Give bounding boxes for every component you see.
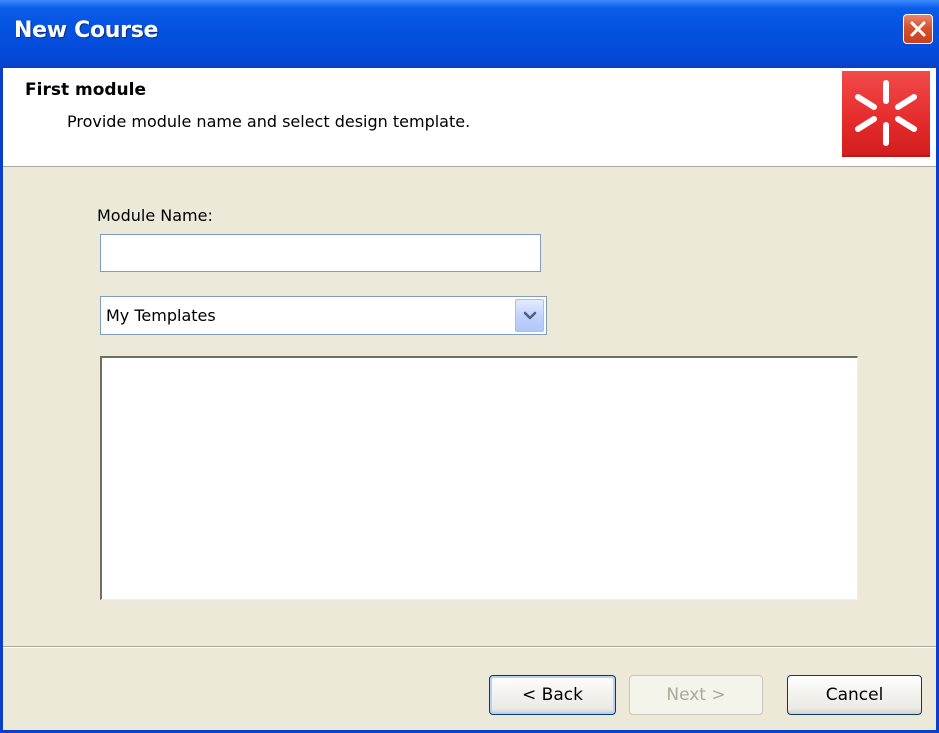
close-button[interactable] — [903, 14, 933, 44]
chevron-down-icon — [523, 311, 536, 319]
title-bar[interactable]: New Course — [0, 0, 939, 68]
window-title: New Course — [14, 18, 159, 43]
cancel-button[interactable]: Cancel — [787, 675, 922, 715]
module-name-label: Module Name: — [97, 206, 213, 225]
new-course-dialog: New Course First module Provide module n… — [0, 0, 939, 733]
page-subtitle: Provide module name and select design te… — [67, 112, 471, 131]
dropdown-arrow-button[interactable] — [515, 299, 544, 332]
page-title: First module — [25, 80, 147, 100]
footer-divider — [3, 646, 936, 648]
template-category-value: My Templates — [106, 306, 216, 325]
template-list[interactable] — [100, 356, 858, 600]
asterisk-logo-icon — [855, 80, 917, 146]
wizard-header: First module Provide module name and sel… — [3, 68, 936, 167]
wizard-logo — [842, 71, 930, 157]
close-icon — [910, 21, 926, 37]
back-button[interactable]: < Back — [489, 675, 616, 715]
next-button[interactable]: Next > — [629, 675, 763, 715]
module-name-input[interactable] — [100, 234, 541, 272]
template-category-select[interactable]: My Templates — [100, 296, 547, 335]
